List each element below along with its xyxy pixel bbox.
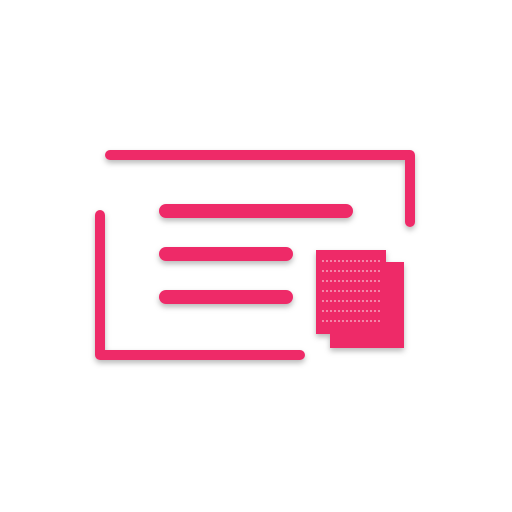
document-clipboard-icon	[95, 150, 415, 360]
icon-canvas	[0, 0, 512, 512]
bottom-left-bracket	[95, 210, 305, 360]
